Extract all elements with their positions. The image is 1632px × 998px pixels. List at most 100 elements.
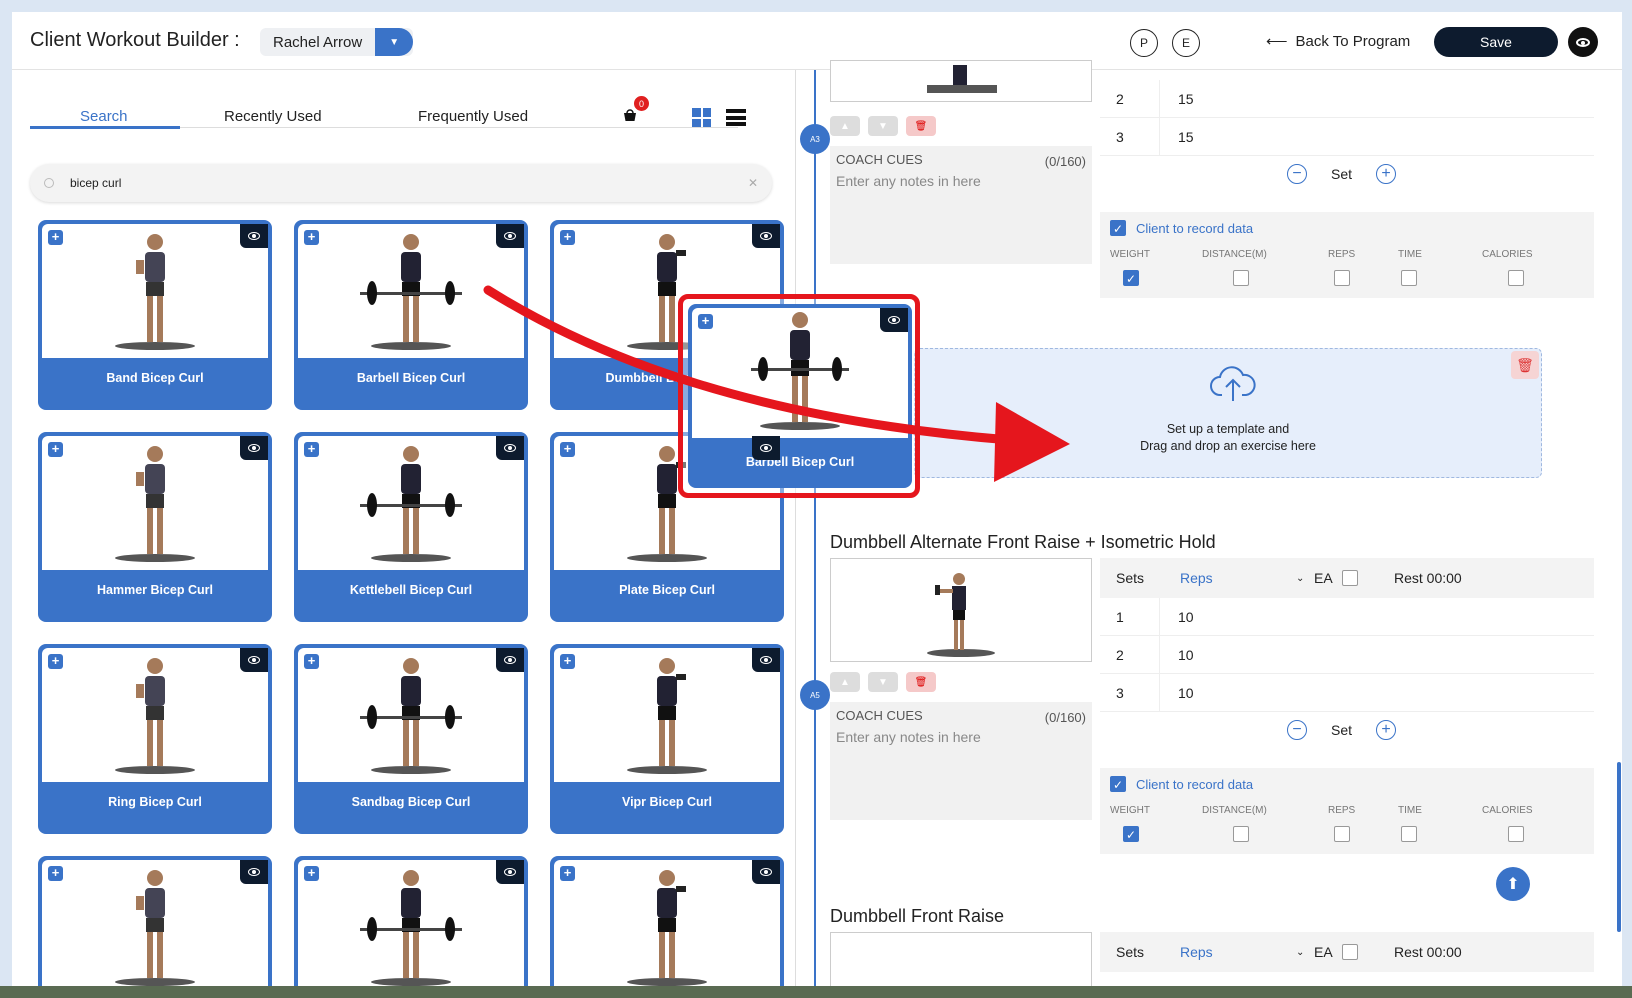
back-to-program-link[interactable]: ⟵ Back To Program: [1266, 32, 1410, 51]
exercise-card[interactable]: Kettlebell Bicep Curl +: [294, 432, 528, 622]
preview-eye-icon[interactable]: [752, 860, 780, 884]
rest-label[interactable]: Rest 00:00: [1394, 944, 1462, 960]
move-up-button[interactable]: ▲: [830, 116, 860, 136]
add-icon[interactable]: +: [560, 230, 575, 245]
undo-p-button[interactable]: P: [1130, 29, 1158, 57]
exercise-card[interactable]: +: [550, 856, 784, 998]
tab-frequently-used[interactable]: Frequently Used: [418, 108, 528, 125]
add-set-button[interactable]: +: [1376, 720, 1397, 740]
time-checkbox[interactable]: [1401, 270, 1417, 286]
set-row[interactable]: 2 10: [1100, 636, 1594, 674]
delete-button[interactable]: 🗑: [906, 116, 936, 136]
record-toggle[interactable]: ✓ Client to record data: [1110, 220, 1253, 236]
scroll-to-top-button[interactable]: ⬆: [1496, 867, 1530, 901]
add-icon[interactable]: +: [560, 442, 575, 457]
add-icon[interactable]: +: [48, 230, 63, 245]
preview-eye-button[interactable]: [1568, 27, 1598, 57]
record-checkbox[interactable]: ✓: [1110, 776, 1126, 792]
distance-checkbox[interactable]: [1233, 826, 1249, 842]
add-icon[interactable]: +: [560, 866, 575, 881]
exercise-card[interactable]: Barbell Bicep Curl +: [294, 220, 528, 410]
move-up-button[interactable]: ▲: [830, 672, 860, 692]
client-select[interactable]: Rachel Arrow ▼: [260, 28, 414, 56]
reps-select[interactable]: Reps: [1180, 570, 1296, 586]
preview-eye-icon[interactable]: [496, 648, 524, 672]
weight-checkbox[interactable]: ✓: [1123, 826, 1139, 842]
dropzone-delete-button[interactable]: 🗑: [1511, 351, 1539, 379]
exercise-card[interactable]: Band Bicep Curl +: [38, 220, 272, 410]
preview-eye-icon[interactable]: [496, 224, 524, 248]
add-icon[interactable]: +: [48, 654, 63, 669]
preview-eye-icon[interactable]: [880, 308, 908, 332]
add-icon[interactable]: +: [304, 442, 319, 457]
list-view-icon[interactable]: [726, 109, 746, 126]
search-input[interactable]: [70, 176, 748, 190]
add-icon[interactable]: +: [304, 654, 319, 669]
record-toggle[interactable]: ✓ Client to record data: [1110, 776, 1253, 792]
reps-checkbox[interactable]: [1334, 826, 1350, 842]
coach-cues-a5[interactable]: COACH CUES (0/160) Enter any notes in he…: [830, 702, 1092, 820]
exercise-card[interactable]: +: [294, 856, 528, 998]
set-row[interactable]: 2 15: [1100, 80, 1594, 118]
preview-eye-icon[interactable]: [496, 860, 524, 884]
exercise-dropzone[interactable]: Set up a template and Drag and drop an ex…: [914, 348, 1542, 478]
set-value[interactable]: 10: [1160, 685, 1194, 701]
remove-set-button[interactable]: −: [1287, 720, 1307, 740]
clear-search-icon[interactable]: ✕: [748, 176, 758, 190]
set-value[interactable]: 10: [1160, 647, 1194, 663]
move-down-button[interactable]: ▼: [868, 672, 898, 692]
exercise-card[interactable]: Ring Bicep Curl +: [38, 644, 272, 834]
calories-checkbox[interactable]: [1508, 270, 1524, 286]
preview-eye-icon[interactable]: [752, 648, 780, 672]
remove-set-button[interactable]: −: [1287, 164, 1307, 184]
add-icon[interactable]: +: [698, 314, 713, 329]
preview-eye-icon[interactable]: [752, 436, 780, 460]
weight-checkbox[interactable]: ✓: [1123, 270, 1139, 286]
exercise-card[interactable]: Vipr Bicep Curl +: [550, 644, 784, 834]
grid-view-icon[interactable]: [692, 108, 711, 127]
preview-eye-icon[interactable]: [240, 224, 268, 248]
ea-checkbox[interactable]: [1342, 944, 1358, 960]
move-down-button[interactable]: ▼: [868, 116, 898, 136]
add-icon[interactable]: +: [48, 442, 63, 457]
set-value[interactable]: 15: [1160, 91, 1194, 107]
dragged-exercise-card[interactable]: Barbell Bicep Curl +: [688, 304, 912, 488]
preview-eye-icon[interactable]: [496, 436, 524, 460]
scrollbar[interactable]: [1617, 762, 1621, 932]
set-row[interactable]: 3 10: [1100, 674, 1594, 712]
delete-button[interactable]: 🗑: [906, 672, 936, 692]
distance-checkbox[interactable]: [1233, 270, 1249, 286]
add-icon[interactable]: +: [560, 654, 575, 669]
chevron-down-icon[interactable]: ▼: [375, 28, 414, 56]
coach-cues-a3[interactable]: COACH CUES (0/160) Enter any notes in he…: [830, 146, 1092, 264]
chevron-down-icon[interactable]: ⌄: [1296, 947, 1314, 958]
exercise-card[interactable]: Hammer Bicep Curl +: [38, 432, 272, 622]
preview-eye-icon[interactable]: [240, 648, 268, 672]
ea-checkbox[interactable]: [1342, 570, 1358, 586]
set-row[interactable]: 1 10: [1100, 598, 1594, 636]
exercise-card[interactable]: Sandbag Bicep Curl +: [294, 644, 528, 834]
set-row[interactable]: 3 15: [1100, 118, 1594, 156]
record-checkbox[interactable]: ✓: [1110, 220, 1126, 236]
undo-e-button[interactable]: E: [1172, 29, 1200, 57]
reps-select[interactable]: Reps: [1180, 944, 1296, 960]
tab-search[interactable]: Search: [80, 108, 128, 125]
tab-recently-used[interactable]: Recently Used: [224, 108, 322, 125]
add-set-button[interactable]: +: [1376, 164, 1397, 184]
preview-eye-icon[interactable]: [240, 860, 268, 884]
rest-label[interactable]: Rest 00:00: [1394, 570, 1462, 586]
preview-eye-icon[interactable]: [240, 436, 268, 460]
time-checkbox[interactable]: [1401, 826, 1417, 842]
set-value[interactable]: 15: [1160, 129, 1194, 145]
calories-checkbox[interactable]: [1508, 826, 1524, 842]
basket-icon[interactable]: [622, 108, 638, 122]
add-icon[interactable]: +: [48, 866, 63, 881]
exercise-card[interactable]: +: [38, 856, 272, 998]
chevron-down-icon[interactable]: ⌄: [1296, 573, 1314, 584]
reps-checkbox[interactable]: [1334, 270, 1350, 286]
add-icon[interactable]: +: [304, 230, 319, 245]
set-value[interactable]: 10: [1160, 609, 1194, 625]
save-button[interactable]: Save: [1434, 27, 1558, 57]
preview-eye-icon[interactable]: [752, 224, 780, 248]
add-icon[interactable]: +: [304, 866, 319, 881]
